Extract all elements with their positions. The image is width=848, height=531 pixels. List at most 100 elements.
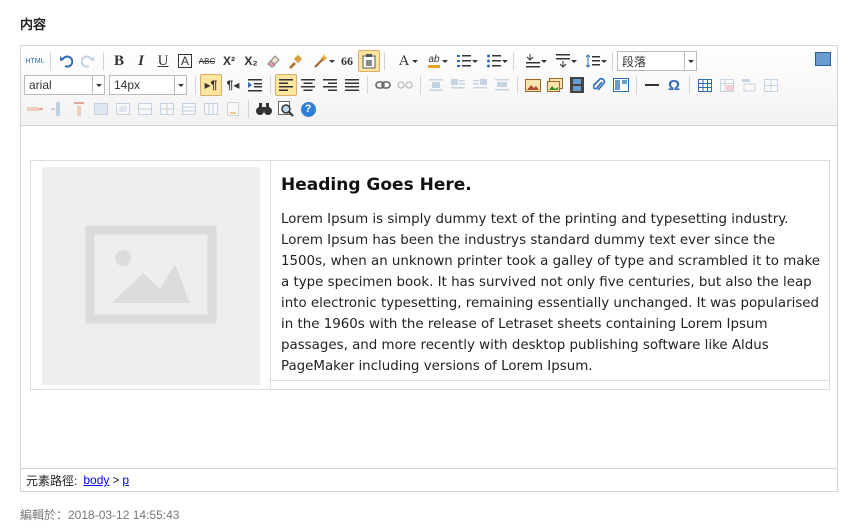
- blockquote-button[interactable]: 66: [336, 50, 358, 72]
- line-height-button[interactable]: [578, 50, 608, 72]
- split-cells-icon: [160, 103, 174, 115]
- font-border-button[interactable]: A: [174, 50, 196, 72]
- subscript-icon: X₂: [244, 54, 258, 68]
- insert-table-button[interactable]: [694, 74, 716, 96]
- image-placeholder[interactable]: [42, 167, 260, 385]
- toolbar-separator: [689, 76, 690, 94]
- merge-right-icon: [116, 103, 130, 115]
- image-none-button[interactable]: [425, 74, 447, 96]
- delete-col-button[interactable]: [68, 98, 90, 120]
- font-color-button[interactable]: A: [389, 50, 419, 72]
- align-center-icon: [301, 79, 315, 91]
- align-right-icon: [323, 79, 337, 91]
- align-left-button[interactable]: [275, 74, 297, 96]
- align-justify-icon: [345, 79, 359, 91]
- image-right-icon: [473, 79, 487, 89]
- split-cols-icon: [204, 103, 218, 115]
- insert-col-button[interactable]: [46, 98, 68, 120]
- align-center-button[interactable]: [297, 74, 319, 96]
- caption-icon: [742, 78, 756, 91]
- merge-down-icon: [138, 103, 152, 115]
- italic-button[interactable]: I: [130, 50, 152, 72]
- delete-row-icon: [27, 107, 43, 111]
- merge-right-button[interactable]: [112, 98, 134, 120]
- element-path-p[interactable]: p: [122, 473, 129, 487]
- insert-image-button[interactable]: [522, 74, 544, 96]
- subscript-button[interactable]: X₂: [240, 50, 262, 72]
- delete-row-button[interactable]: [24, 98, 46, 120]
- toolbar-separator: [384, 52, 385, 70]
- merge-down-button[interactable]: [134, 98, 156, 120]
- search-replace-button[interactable]: [253, 98, 275, 120]
- ltr-icon: ▸¶: [204, 78, 218, 92]
- split-cols-button[interactable]: [200, 98, 222, 120]
- underline-icon: U: [157, 52, 169, 69]
- insert-row-button[interactable]: [760, 74, 782, 96]
- strikethrough-button[interactable]: ABC: [196, 50, 218, 72]
- paragraph-format-select[interactable]: 段落: [617, 51, 697, 71]
- delete-table-button[interactable]: [716, 74, 738, 96]
- toolbar-separator: [248, 100, 249, 118]
- image-right-button[interactable]: [469, 74, 491, 96]
- redo-button[interactable]: [77, 50, 99, 72]
- page-break-button[interactable]: [222, 98, 244, 120]
- image-cell: [31, 161, 271, 389]
- underline-button[interactable]: U: [152, 50, 174, 72]
- html-source-button[interactable]: HTML: [24, 50, 46, 72]
- merge-cells-button[interactable]: [90, 98, 112, 120]
- template-button[interactable]: [610, 74, 632, 96]
- undo-button[interactable]: [55, 50, 77, 72]
- insert-video-button[interactable]: [566, 74, 588, 96]
- element-path-body[interactable]: body: [83, 473, 109, 487]
- layout-table: Heading Goes Here. Lorem Ipsum is simply…: [30, 160, 830, 390]
- chevron-down-icon: [684, 52, 696, 70]
- align-justify-button[interactable]: [341, 74, 363, 96]
- background-color-button[interactable]: ab: [419, 50, 449, 72]
- split-rows-button[interactable]: [178, 98, 200, 120]
- insert-multi-image-button[interactable]: [544, 74, 566, 96]
- editor-content[interactable]: Heading Goes Here. Lorem Ipsum is simply…: [21, 126, 837, 468]
- row-spacing-top-button[interactable]: [518, 50, 548, 72]
- remove-format-button[interactable]: [262, 50, 284, 72]
- image-left-button[interactable]: [447, 74, 469, 96]
- ordered-list-button[interactable]: [449, 50, 479, 72]
- preview-button[interactable]: [275, 98, 297, 120]
- horizontal-rule-button[interactable]: [641, 74, 663, 96]
- font-size-select[interactable]: 14px: [109, 75, 187, 95]
- insert-caption-button[interactable]: [738, 74, 760, 96]
- indent-button[interactable]: [244, 74, 266, 96]
- paste-plain-button[interactable]: [358, 50, 380, 72]
- split-cells-button[interactable]: [156, 98, 178, 120]
- toolbar-separator: [103, 52, 104, 70]
- magnifier-icon: [278, 101, 294, 117]
- omega-icon: Ω: [667, 76, 681, 94]
- table-icon: [698, 78, 712, 92]
- superscript-button[interactable]: X²: [218, 50, 240, 72]
- bold-button[interactable]: B: [108, 50, 130, 72]
- unordered-list-button[interactable]: [479, 50, 509, 72]
- row-spacing-bottom-button[interactable]: [548, 50, 578, 72]
- ltr-direction-button[interactable]: ▸¶: [200, 74, 222, 96]
- link-icon: [375, 81, 391, 89]
- editor-toolbar: HTML B I U A ABC X² X₂ 66 A ab 段落 arial …: [21, 46, 837, 126]
- align-right-button[interactable]: [319, 74, 341, 96]
- help-button[interactable]: ?: [297, 98, 319, 120]
- insert-link-button[interactable]: [372, 74, 394, 96]
- format-match-button[interactable]: [284, 50, 306, 72]
- fullscreen-icon[interactable]: [815, 52, 831, 66]
- font-family-select[interactable]: arial: [24, 75, 105, 95]
- horizontal-rule-icon: [645, 84, 659, 86]
- image-none-icon: [429, 79, 443, 91]
- unlink-button[interactable]: [394, 74, 416, 96]
- eraser-icon: [267, 55, 280, 68]
- toolbar-separator: [195, 76, 196, 94]
- font-color-icon: A: [398, 52, 410, 69]
- superscript-icon: X²: [223, 54, 235, 68]
- rtl-direction-button[interactable]: ¶◂: [222, 74, 244, 96]
- toolbar-row-3: ?: [24, 98, 319, 120]
- image-center-button[interactable]: [491, 74, 513, 96]
- attachment-button[interactable]: [588, 74, 610, 96]
- auto-typeset-button[interactable]: [306, 50, 336, 72]
- special-chars-button[interactable]: Ω: [663, 74, 685, 96]
- help-icon: ?: [300, 101, 316, 117]
